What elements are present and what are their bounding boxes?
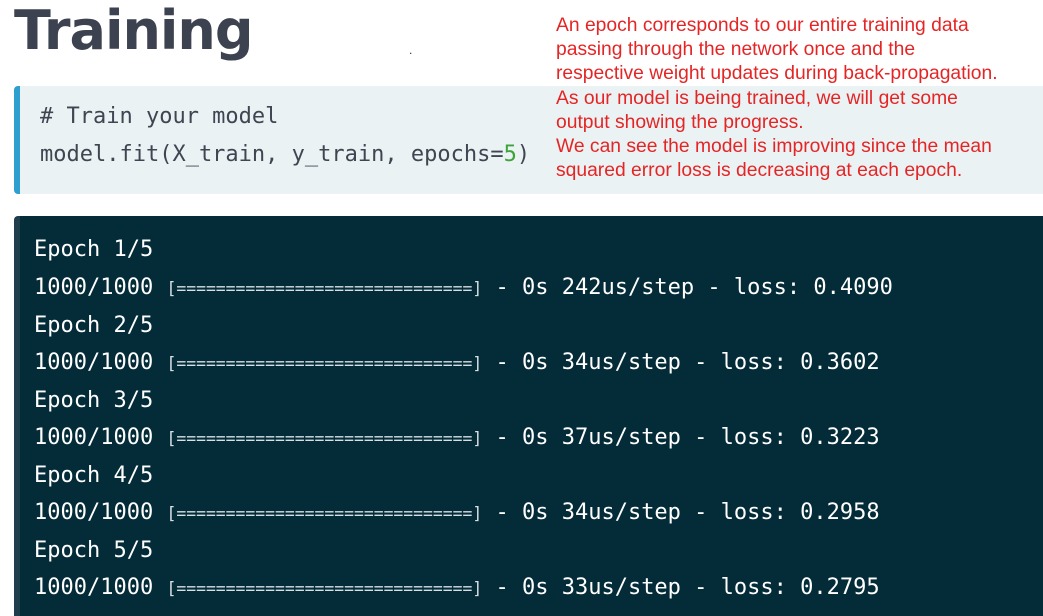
annotation-line: squared error loss is decreasing at each… [556, 160, 963, 182]
epoch-header: Epoch 3/5 [34, 388, 154, 413]
annotation-text: An epoch corresponds to our entire train… [556, 14, 1043, 183]
code-comment: # Train your model [40, 104, 279, 129]
step-count: 1000/1000 [34, 275, 154, 300]
step-count: 1000/1000 [34, 350, 154, 375]
epoch-progress-line: 1000/1000 [=============================… [34, 274, 893, 303]
epoch-progress-line: 1000/1000 [=============================… [34, 499, 880, 528]
epoch-stats: - 0s 34us/step - loss: 0.3602 [482, 350, 880, 375]
annotation-line: We can see the model is improving since … [556, 136, 992, 158]
step-count: 1000/1000 [34, 425, 154, 450]
annotation-line: As our model is being trained, we will g… [556, 87, 958, 109]
annotation-line: passing through the network once and the [556, 39, 916, 61]
epoch-stats: - 0s 242us/step - loss: 0.4090 [482, 275, 893, 300]
annotation-line: An epoch corresponds to our entire train… [556, 15, 969, 36]
progress-bar: [==============================] [166, 429, 483, 448]
epoch-progress-line: 1000/1000 [=============================… [34, 574, 880, 603]
code-fit-call: model.fit(X_train, y_train, epochs=5) [40, 141, 530, 169]
code-fit-prefix: model.fit(X_train, y_train, epochs= [40, 142, 504, 167]
step-count: 1000/1000 [34, 575, 154, 600]
annotation-line: output showing the progress. [556, 111, 804, 133]
annotation-line: respective weight updates during back-pr… [556, 63, 998, 85]
epoch-header: Epoch 1/5 [34, 237, 154, 262]
progress-bar: [==============================] [166, 279, 483, 298]
epoch-stats: - 0s 34us/step - loss: 0.2958 [482, 500, 880, 525]
epoch-progress-line: 1000/1000 [=============================… [34, 424, 880, 453]
code-epochs-value: 5 [503, 142, 517, 167]
epoch-progress-line: 1000/1000 [=============================… [34, 349, 880, 378]
progress-bar: [==============================] [166, 354, 483, 373]
epoch-stats: - 0s 33us/step - loss: 0.2795 [482, 575, 880, 600]
epoch-header: Epoch 4/5 [34, 463, 154, 488]
code-fit-suffix: ) [516, 142, 531, 167]
epoch-stats: - 0s 37us/step - loss: 0.3223 [482, 425, 880, 450]
page-title: Training [14, 0, 254, 62]
progress-bar: [==============================] [166, 579, 483, 598]
stray-dot: . [409, 43, 413, 57]
progress-bar: [==============================] [166, 504, 483, 523]
epoch-header: Epoch 5/5 [34, 538, 154, 563]
training-output: Epoch 1/5 1000/1000 [===================… [14, 216, 1043, 616]
step-count: 1000/1000 [34, 500, 154, 525]
epoch-header: Epoch 2/5 [34, 313, 154, 338]
